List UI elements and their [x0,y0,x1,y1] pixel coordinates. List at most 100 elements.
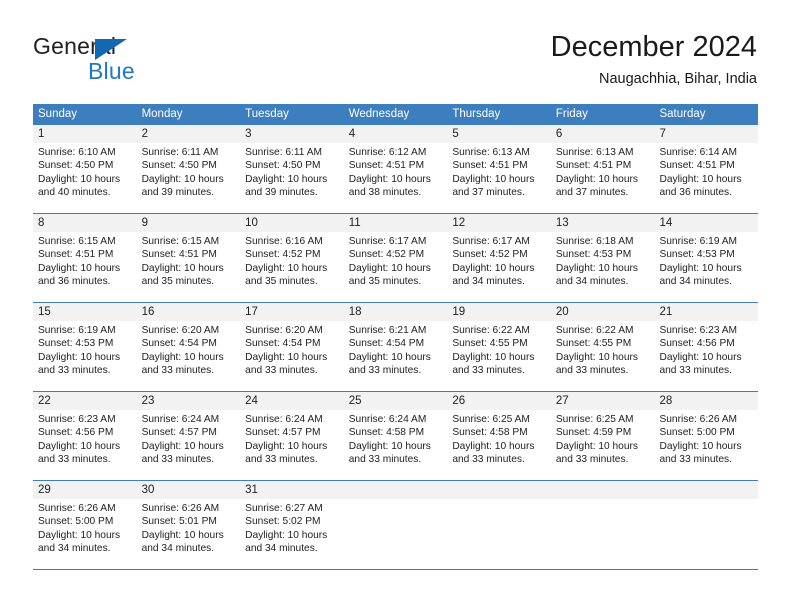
day-number[interactable]: 28 [654,392,758,410]
sunrise-text: Sunrise: 6:24 AM [348,414,427,425]
week-detail-band: Sunrise: 6:23 AM Sunset: 4:56 PM Dayligh… [33,410,758,480]
day-cell: Sunrise: 6:21 AM Sunset: 4:54 PM Dayligh… [344,321,448,391]
day-number[interactable]: 20 [551,303,655,321]
day-number[interactable]: 6 [551,125,655,143]
daylight-text-line1: Daylight: 10 hours [38,351,121,363]
day-cell: Sunrise: 6:11 AM Sunset: 4:50 PM Dayligh… [137,143,241,213]
day-cell-empty [344,499,448,569]
day-number[interactable]: 14 [654,214,758,232]
day-number[interactable]: 17 [240,303,344,321]
day-cell: Sunrise: 6:13 AM Sunset: 4:51 PM Dayligh… [447,143,551,213]
daylight-text-line2: and 33 minutes. [245,453,318,465]
day-cell: Sunrise: 6:26 AM Sunset: 5:00 PM Dayligh… [33,499,137,569]
day-number[interactable]: 11 [344,214,448,232]
calendar-week-row: 8 9 10 11 12 13 14 Sunrise: 6:15 AM Suns… [33,214,758,303]
sunset-text: Sunset: 4:56 PM [659,338,735,350]
daylight-text-line2: and 33 minutes. [659,364,732,376]
weekday-header-thursday: Thursday [452,108,501,120]
day-number[interactable]: 31 [240,481,344,499]
daylight-text-line2: and 39 minutes. [141,186,215,198]
day-number[interactable]: 18 [344,303,448,321]
day-number[interactable]: 21 [654,303,758,321]
day-number[interactable]: 29 [33,481,137,499]
sunrise-text: Sunrise: 6:25 AM [452,414,530,425]
sunrise-text: Sunrise: 6:13 AM [452,147,530,158]
daylight-text-line2: and 33 minutes. [141,453,215,465]
day-number[interactable]: 4 [344,125,448,143]
sunset-text: Sunset: 4:59 PM [555,427,632,439]
day-number[interactable]: 22 [33,392,137,410]
day-cell: Sunrise: 6:24 AM Sunset: 4:57 PM Dayligh… [137,410,241,480]
daylight-text-line2: and 33 minutes. [38,453,111,465]
daylight-text-line1: Daylight: 10 hours [38,440,121,452]
weekday-header-sunday: Sunday [38,108,78,120]
day-number[interactable]: 3 [240,125,344,143]
sunset-text: Sunset: 4:57 PM [245,427,321,439]
daylight-text-line1: Daylight: 10 hours [348,262,431,274]
day-number[interactable]: 23 [137,392,241,410]
sunset-text: Sunset: 4:51 PM [348,160,425,172]
daylight-text-line2: and 39 minutes. [245,186,318,198]
day-number[interactable]: 16 [137,303,241,321]
day-number[interactable]: 2 [137,125,241,143]
daylight-text-line1: Daylight: 10 hours [245,440,328,452]
daylight-text-line1: Daylight: 10 hours [555,351,639,363]
sunset-text: Sunset: 4:58 PM [348,427,425,439]
weekday-header-saturday: Saturday [659,108,706,120]
weekday-header-friday: Friday [555,108,588,120]
day-number[interactable]: 19 [447,303,551,321]
day-cell: Sunrise: 6:17 AM Sunset: 4:52 PM Dayligh… [447,232,551,302]
daylight-text-line2: and 33 minutes. [245,364,318,376]
sunrise-text: Sunrise: 6:18 AM [555,236,634,247]
sunrise-text: Sunrise: 6:24 AM [245,414,323,425]
day-cell: Sunrise: 6:10 AM Sunset: 4:50 PM Dayligh… [33,143,137,213]
day-cell-empty [654,499,758,569]
day-number[interactable]: 25 [344,392,448,410]
day-number-empty [447,481,551,499]
sunset-text: Sunset: 5:00 PM [38,516,114,528]
daylight-text-line1: Daylight: 10 hours [659,440,742,452]
sunrise-text: Sunrise: 6:11 AM [141,147,219,158]
daylight-text-line2: and 33 minutes. [452,364,525,376]
sunset-text: Sunset: 4:57 PM [141,427,217,439]
day-number[interactable]: 26 [447,392,551,410]
daylight-text-line2: and 34 minutes. [245,542,318,554]
sunrise-text: Sunrise: 6:23 AM [38,414,116,425]
day-number[interactable]: 30 [137,481,241,499]
daylight-text-line1: Daylight: 10 hours [348,351,431,363]
sunrise-text: Sunrise: 6:17 AM [348,236,427,247]
day-number[interactable]: 8 [33,214,137,232]
day-number[interactable]: 7 [654,125,758,143]
day-number[interactable]: 27 [551,392,655,410]
triangle-icon [95,39,127,60]
daylight-text-line2: and 34 minutes. [659,275,732,287]
day-number[interactable]: 15 [33,303,137,321]
day-number[interactable]: 12 [447,214,551,232]
sunset-text: Sunset: 4:51 PM [659,160,735,172]
sunset-text: Sunset: 4:52 PM [348,249,425,261]
day-cell: Sunrise: 6:20 AM Sunset: 4:54 PM Dayligh… [137,321,241,391]
sunset-text: Sunset: 4:53 PM [38,338,114,350]
day-number[interactable]: 9 [137,214,241,232]
sunrise-text: Sunrise: 6:25 AM [555,414,634,425]
sunrise-text: Sunrise: 6:24 AM [141,414,220,425]
sunrise-text: Sunrise: 6:23 AM [659,325,738,336]
sunset-text: Sunset: 4:50 PM [141,160,217,172]
daylight-text-line1: Daylight: 10 hours [555,262,639,274]
daylight-text-line1: Daylight: 10 hours [555,173,639,185]
sunset-text: Sunset: 4:51 PM [38,249,114,261]
day-number[interactable]: 5 [447,125,551,143]
day-cell: Sunrise: 6:14 AM Sunset: 4:51 PM Dayligh… [654,143,758,213]
sunrise-text: Sunrise: 6:22 AM [555,325,634,336]
day-number[interactable]: 10 [240,214,344,232]
day-number[interactable]: 1 [33,125,137,143]
page-subtitle: Naugachhia, Bihar, India [599,71,757,87]
day-cell: Sunrise: 6:12 AM Sunset: 4:51 PM Dayligh… [344,143,448,213]
sunset-text: Sunset: 5:00 PM [659,427,735,439]
daylight-text-line2: and 36 minutes. [38,275,111,287]
day-number[interactable]: 13 [551,214,655,232]
daylight-text-line1: Daylight: 10 hours [141,529,224,541]
day-number-empty [654,481,758,499]
day-cell: Sunrise: 6:15 AM Sunset: 4:51 PM Dayligh… [33,232,137,302]
day-number[interactable]: 24 [240,392,344,410]
